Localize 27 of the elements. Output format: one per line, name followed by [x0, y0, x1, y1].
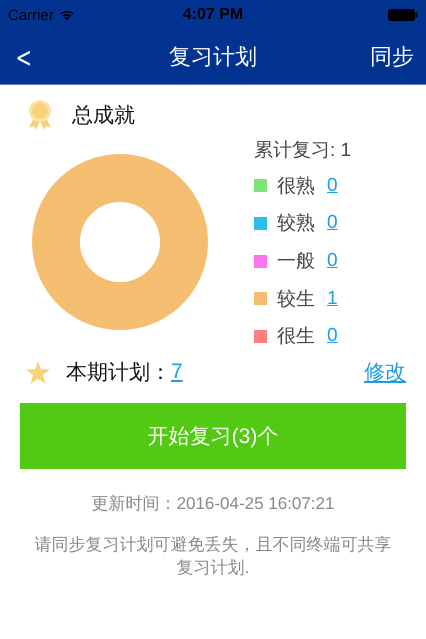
edit-link[interactable]: 修改 — [364, 358, 406, 386]
sync-note: 请同步复习计划可避免丢失，且不同终端可共享复习计划. — [34, 534, 392, 579]
legend-label: 很生 — [277, 325, 316, 350]
legend-label: 较熟 — [277, 212, 316, 236]
status-time: 4:07 PM — [182, 6, 244, 24]
battery-icon — [388, 9, 418, 21]
legend-label: 一般 — [277, 250, 316, 274]
star-icon — [26, 360, 50, 384]
count-link[interactable]: 0 — [327, 174, 338, 197]
carrier-label: Carrier — [8, 6, 54, 24]
update-time: 更新时间：2016-04-25 16:07:21 — [90, 493, 336, 515]
legend-label: 较生 — [277, 288, 316, 312]
legend-label: 很熟 — [277, 174, 316, 199]
medal-icon — [26, 99, 54, 131]
total-reviews-label: 累计复习: 1 — [254, 139, 352, 163]
plan-count-link[interactable]: 7 — [171, 360, 183, 384]
section-title: 总成就 — [72, 103, 135, 129]
page-title: 复习计划 — [169, 43, 257, 71]
count-link[interactable]: 1 — [327, 288, 338, 310]
wifi-icon — [58, 9, 75, 21]
start-review-button[interactable]: 开始复习(3)个 — [20, 403, 406, 469]
sync-button[interactable]: 同步 — [370, 42, 414, 72]
count-link[interactable]: 0 — [327, 250, 338, 272]
plan-label: 本期计划： — [66, 360, 171, 386]
count-link[interactable]: 0 — [327, 212, 338, 234]
back-button[interactable]: < — [16, 40, 32, 74]
count-link[interactable]: 0 — [327, 325, 338, 348]
